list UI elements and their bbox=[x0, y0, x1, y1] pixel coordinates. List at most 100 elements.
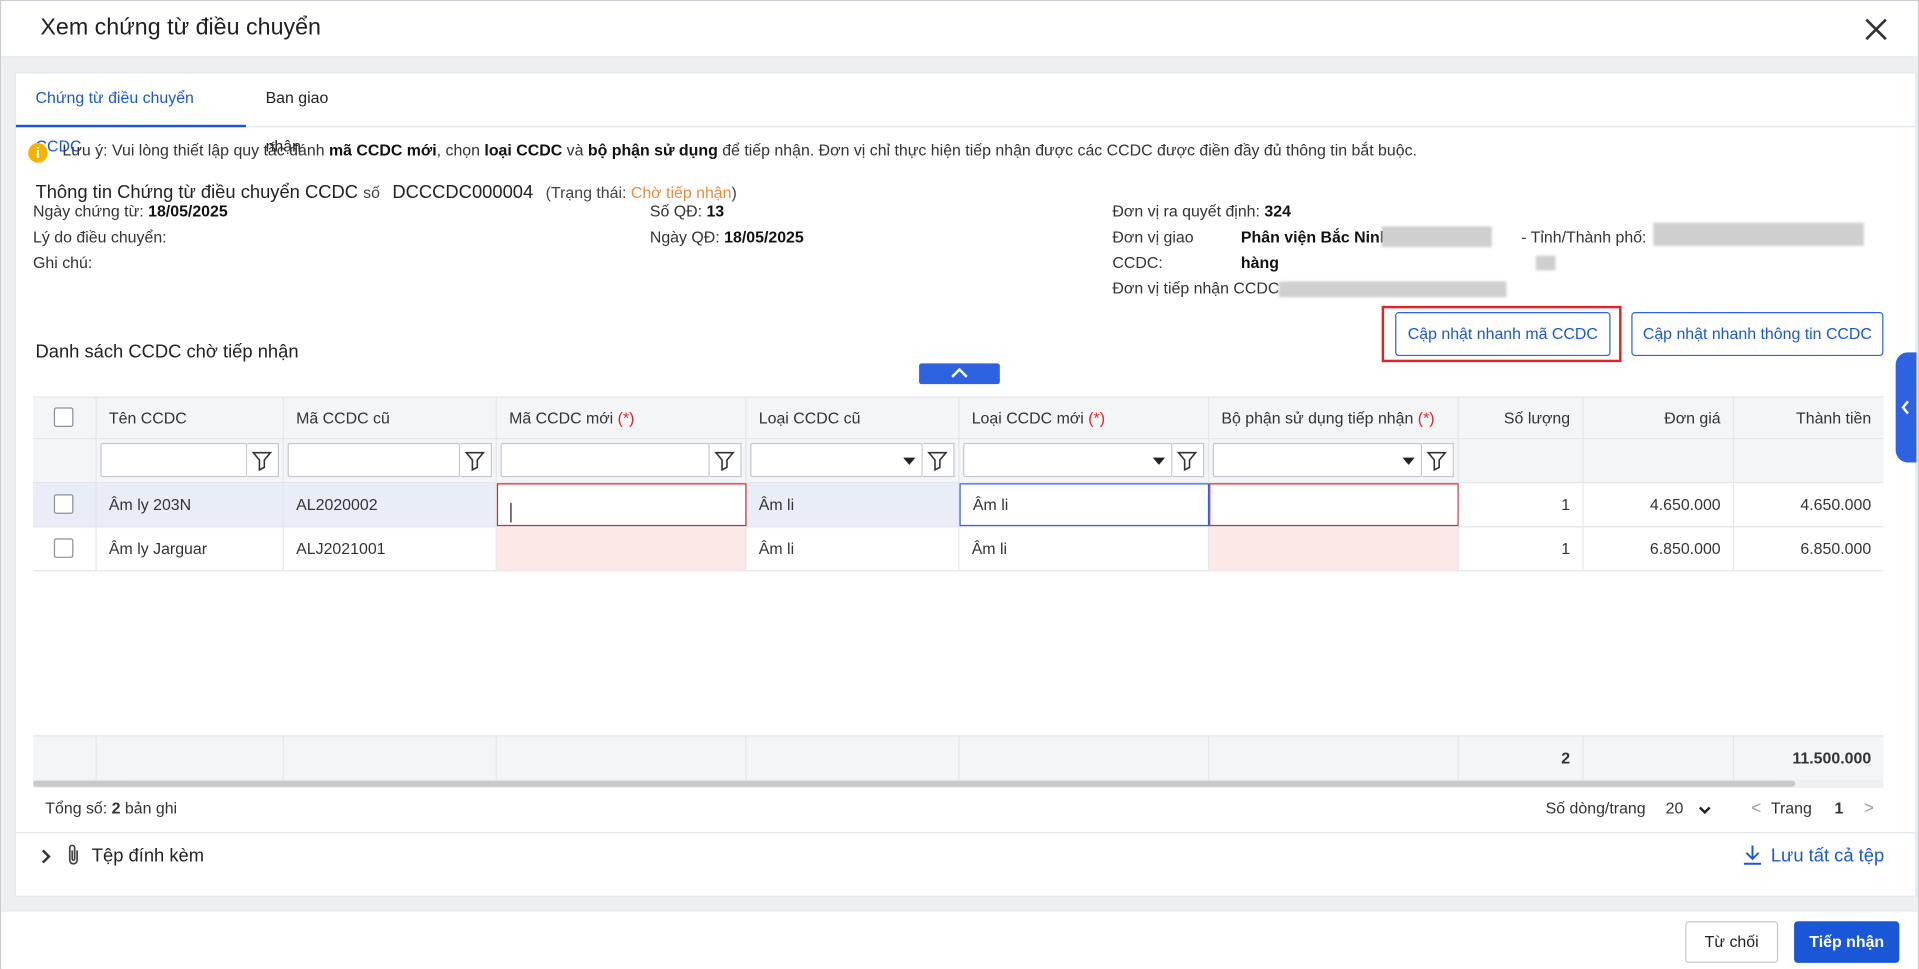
status-suffix: ) bbox=[731, 183, 737, 202]
filter-input-ma-cu[interactable] bbox=[287, 442, 461, 478]
col-label: Mã CCDC mới bbox=[509, 408, 614, 428]
cell-ma-cu: ALJ2021001 bbox=[284, 527, 497, 571]
filter-icon[interactable] bbox=[1172, 442, 1205, 478]
col-so-luong[interactable]: Số lượng bbox=[1459, 397, 1584, 441]
ccdc-value: hàng bbox=[1241, 253, 1279, 271]
filter-icon[interactable] bbox=[922, 442, 955, 478]
don-vi-tiep-nhan-label: Đơn vị tiếp nhận CCDC: bbox=[1112, 278, 1284, 298]
chevron-down-icon bbox=[1152, 457, 1166, 465]
quick-update-info-button[interactable]: Cập nhật nhanh thông tin CCDC bbox=[1631, 311, 1884, 357]
notice-text: và bbox=[562, 140, 588, 160]
reject-button[interactable]: Từ chối bbox=[1685, 921, 1779, 963]
accept-button[interactable]: Tiếp nhận bbox=[1794, 921, 1900, 963]
scrollbar-thumb[interactable] bbox=[33, 780, 1796, 787]
value: Phân viện Bắc Ninh bbox=[1240, 227, 1390, 246]
total-empty bbox=[1209, 736, 1459, 780]
filter-cell bbox=[497, 439, 747, 483]
info-title-text: Thông tin Chứng từ điều chuyển CCDC bbox=[35, 182, 359, 204]
select-bo-phan[interactable] bbox=[1209, 527, 1459, 571]
filter-select-bo-phan[interactable] bbox=[1212, 442, 1423, 478]
total-empty bbox=[97, 736, 284, 780]
col-ma-cu[interactable]: Mã CCDC cũ bbox=[284, 397, 497, 441]
row-select-cell bbox=[33, 483, 97, 527]
col-bo-phan[interactable]: Bộ phận sử dụng tiếp nhận (*) bbox=[1209, 397, 1459, 441]
col-thanh-tien[interactable]: Thành tiền bbox=[1734, 398, 1883, 441]
label: Ngày chứng từ: bbox=[33, 201, 144, 221]
select-loai-moi[interactable]: Âm li bbox=[959, 527, 1210, 571]
filter-select-loai-moi[interactable] bbox=[963, 442, 1173, 478]
label: Số QĐ: bbox=[649, 201, 703, 221]
input-ma-moi[interactable] bbox=[496, 527, 747, 571]
dialog-title: Xem chứng từ điều chuyển bbox=[40, 14, 321, 41]
page-number[interactable]: 1 bbox=[1834, 799, 1843, 817]
don-vi-quyet-dinh: Đơn vị ra quyết định: 324 bbox=[1112, 202, 1291, 220]
col-ten[interactable]: Tên CCDC bbox=[97, 397, 284, 441]
total-empty bbox=[284, 736, 497, 780]
content-panel: Chứng từ điều chuyển CCDC Ban giao nhận … bbox=[14, 72, 1917, 897]
next-page-icon[interactable]: > bbox=[1864, 798, 1874, 818]
table-row[interactable]: Âm ly 203N AL2020002 Âm li Âm li 1 4.650… bbox=[33, 483, 1884, 528]
col-don-gia[interactable]: Đơn giá bbox=[1584, 397, 1735, 441]
select-bo-phan[interactable] bbox=[1209, 483, 1459, 527]
filter-icon[interactable] bbox=[247, 442, 280, 478]
filter-empty bbox=[1584, 439, 1735, 483]
value: 18/05/2025 bbox=[724, 227, 804, 246]
select-loai-moi[interactable]: Âm li bbox=[959, 483, 1210, 527]
cell-ma-cu: AL2020002 bbox=[284, 483, 497, 527]
horizontal-scrollbar[interactable] bbox=[33, 779, 1884, 788]
value: hàng bbox=[1240, 253, 1279, 272]
input-ma-moi[interactable] bbox=[496, 483, 747, 527]
prev-page-icon[interactable]: < bbox=[1751, 798, 1761, 818]
cell-don-gia: 4.650.000 bbox=[1583, 483, 1735, 527]
rows-per-page-label: Số dòng/trang bbox=[1545, 798, 1646, 818]
filter-input-ma-moi[interactable] bbox=[500, 442, 710, 478]
filter-empty bbox=[33, 439, 97, 483]
side-panel-toggle[interactable] bbox=[1895, 352, 1917, 463]
rows-per-page-select[interactable]: 20 bbox=[1663, 796, 1717, 823]
tab-ban-giao-nhan[interactable]: Ban giao nhận bbox=[246, 73, 381, 155]
table-row[interactable]: Âm ly Jarguar ALJ2021001 Âm li Âm li 1 6… bbox=[33, 527, 1884, 572]
status-wrap: (Trạng thái: Chờ tiếp nhận) bbox=[546, 184, 737, 202]
filter-select-loai-cu[interactable] bbox=[750, 442, 923, 478]
don-vi-giao-label: Đơn vị giao bbox=[1112, 227, 1194, 246]
filter-input-ten[interactable] bbox=[100, 442, 248, 478]
total-records: Tổng số: 2 bản ghi bbox=[45, 799, 177, 817]
required-mark: (*) bbox=[1417, 408, 1435, 428]
totals-row: 2 11.500.000 bbox=[33, 735, 1884, 780]
cell-ten: Âm ly 203N bbox=[97, 483, 284, 527]
tab-chung-tu[interactable]: Chứng từ điều chuyển CCDC bbox=[15, 73, 246, 155]
value: 18/05/2025 bbox=[148, 201, 228, 221]
row-checkbox[interactable] bbox=[53, 494, 74, 514]
notice-bold: bộ phận sử dụng bbox=[587, 140, 718, 160]
cell-ten: Âm ly Jarguar bbox=[97, 527, 284, 571]
page-label: Trang bbox=[1770, 798, 1812, 818]
chevron-down-icon bbox=[1402, 457, 1415, 465]
chevron-up-icon bbox=[951, 367, 968, 378]
footer-bar: Từ chối Tiếp nhận bbox=[1, 910, 1918, 969]
redacted-area bbox=[1653, 222, 1864, 246]
col-loai-moi[interactable]: Loại CCDC mới (*) bbox=[959, 397, 1210, 441]
save-all-files-link[interactable]: Lưu tất cả tệp bbox=[1741, 843, 1912, 870]
select-all-checkbox[interactable] bbox=[53, 407, 74, 428]
status-prefix: (Trạng thái: bbox=[545, 183, 631, 202]
value: 324 bbox=[1264, 201, 1291, 221]
chevron-right-icon[interactable] bbox=[40, 848, 52, 865]
redacted-area bbox=[1278, 281, 1507, 298]
warning-icon: i bbox=[28, 143, 48, 163]
cell-thanh-tien: 4.650.000 bbox=[1734, 483, 1884, 527]
chevron-left-icon bbox=[1901, 400, 1909, 415]
ghi-chu: Ghi chú: bbox=[33, 253, 92, 271]
col-ma-moi[interactable]: Mã CCDC mới (*) bbox=[497, 397, 747, 441]
col-loai-cu[interactable]: Loại CCDC cũ bbox=[747, 397, 960, 441]
close-icon[interactable] bbox=[1857, 10, 1896, 49]
redacted-area bbox=[1535, 255, 1556, 271]
filter-icon[interactable] bbox=[1422, 442, 1454, 478]
quick-update-code-button[interactable]: Cập nhật nhanh mã CCDC bbox=[1395, 311, 1611, 357]
collapse-button[interactable] bbox=[919, 363, 1000, 385]
row-checkbox[interactable] bbox=[53, 538, 74, 558]
filter-icon[interactable] bbox=[460, 442, 492, 478]
cell-thanh-tien: 6.850.000 bbox=[1800, 539, 1872, 558]
chevron-down-icon bbox=[1698, 806, 1711, 815]
filter-icon[interactable] bbox=[709, 442, 742, 478]
save-all-label: Lưu tất cả tệp bbox=[1770, 845, 1885, 867]
